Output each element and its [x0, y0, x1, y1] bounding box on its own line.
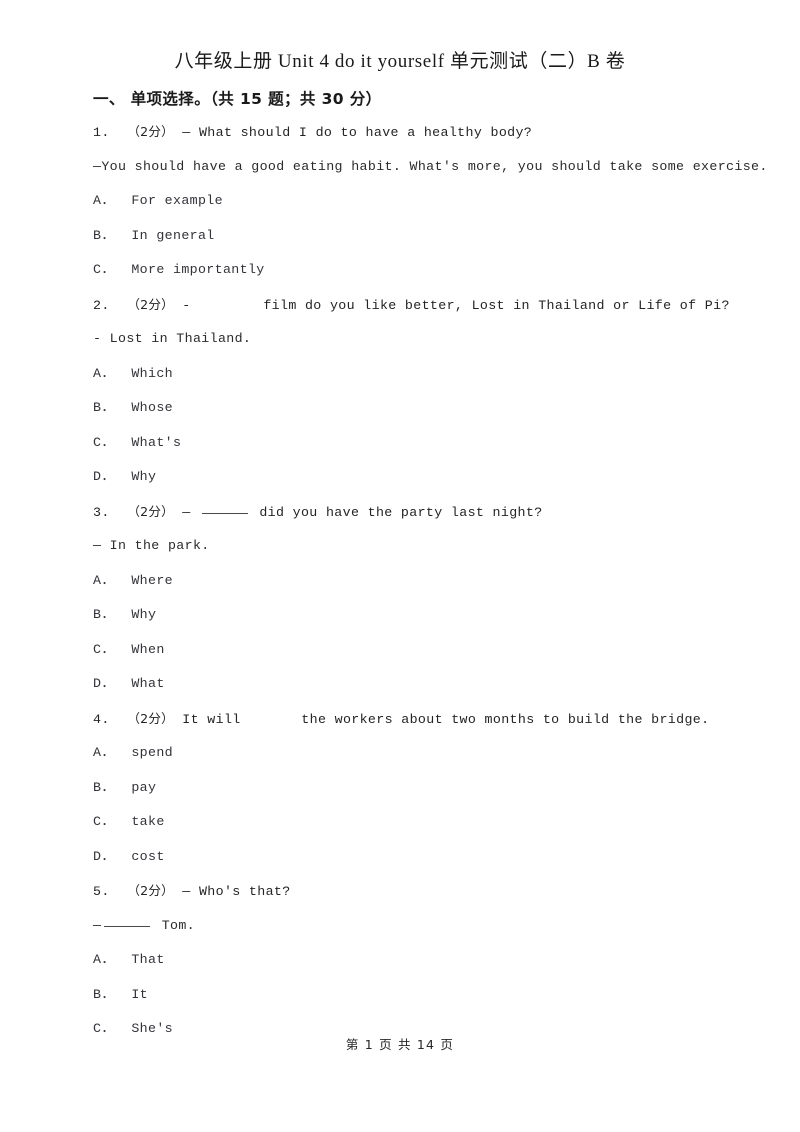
question-answer-line: —You should have a good eating habit. Wh…	[93, 155, 767, 190]
option-text: spend	[131, 745, 173, 760]
option-letter: A．	[93, 745, 115, 760]
option-row[interactable]: C． take	[93, 810, 723, 845]
question-stem-suffix: film do you like better, Lost in Thailan…	[263, 297, 730, 313]
answer-blank[interactable]	[104, 925, 151, 927]
option-row[interactable]: D． What	[93, 672, 723, 707]
option-letter: A．	[93, 365, 115, 381]
section-heading-label: 一、 单项选择。（共 15 题；共 30 分）	[93, 90, 382, 108]
option-letter: A．	[93, 952, 115, 967]
option-text: Why	[131, 607, 157, 622]
option-letter: A．	[93, 193, 115, 208]
option-text: What	[131, 676, 165, 691]
option-letter: B．	[93, 227, 115, 243]
option-text: Why	[131, 469, 157, 484]
question-stem-suffix: the workers about two months to build th…	[301, 711, 710, 727]
question-answer-line: — In the park.	[93, 534, 723, 569]
option-text: cost	[131, 848, 165, 864]
option-text: That	[131, 952, 165, 967]
option-text: When	[131, 641, 165, 657]
question-points: （2分）	[127, 503, 174, 519]
option-letter: D．	[93, 469, 115, 484]
option-letter: A．	[93, 572, 115, 588]
answer-text: —You should have a good eating habit. Wh…	[93, 158, 768, 174]
option-row[interactable]: A． Which	[93, 362, 723, 397]
question-stem: 5. （2分） — Who's that?	[93, 879, 723, 914]
question-number: 2.	[93, 297, 110, 313]
option-text: Which	[131, 365, 173, 381]
question-stem-suffix: did you have the party last night?	[259, 504, 543, 520]
option-letter: C．	[93, 814, 115, 829]
page-title: 八年级上册 Unit 4 do it yourself 单元测试（二）B 卷	[174, 51, 626, 72]
question-points: （2分）	[127, 296, 174, 312]
answer-suffix: Tom.	[161, 917, 196, 933]
answer-text: — In the park.	[93, 538, 210, 553]
option-letter: D．	[93, 848, 115, 864]
question-stem-prefix: —	[182, 504, 191, 520]
option-row[interactable]: D． cost	[93, 845, 723, 880]
question-answer-line: - Lost in Thailand.	[93, 327, 723, 362]
question-number: 3.	[93, 504, 110, 520]
option-text: For example	[131, 193, 223, 208]
option-text: In general	[131, 227, 215, 243]
option-letter: B．	[93, 400, 115, 415]
question-column: 一、 单项选择。（共 15 题；共 30 分） 1. （2分） — What s…	[93, 86, 767, 1052]
question-number: 5.	[93, 884, 110, 899]
option-text: Where	[131, 572, 173, 588]
question-points: （2分）	[127, 883, 174, 898]
option-row[interactable]: B． In general	[93, 224, 723, 259]
option-row[interactable]: A． For example	[93, 189, 723, 224]
option-row[interactable]: C． More importantly	[93, 258, 723, 293]
option-letter: D．	[93, 676, 115, 691]
question-points: （2分）	[127, 710, 174, 726]
exam-page: 八年级上册 Unit 4 do it yourself 单元测试（二）B 卷 一…	[0, 0, 800, 1132]
answer-text: - Lost in Thailand.	[93, 331, 252, 346]
option-row[interactable]: B． Why	[93, 603, 723, 638]
option-row[interactable]: A． That	[93, 948, 723, 983]
question-stem-text: — Who's that?	[182, 884, 291, 899]
question-stem: 3. （2分） — did you have the party last ni…	[93, 500, 723, 535]
option-row[interactable]: B． It	[93, 983, 723, 1018]
question-stem: 4. （2分） It will the workers about two mo…	[93, 707, 723, 742]
option-text: Whose	[131, 400, 173, 415]
option-text: What's	[131, 434, 182, 450]
section-heading: 一、 单项选择。（共 15 题；共 30 分）	[93, 86, 723, 120]
option-letter: C．	[93, 434, 115, 450]
option-row[interactable]: D． Why	[93, 465, 723, 500]
question-answer-line: — Tom.	[93, 914, 723, 949]
page-footer: 第 1 页 共 14 页	[345, 1037, 455, 1052]
option-row[interactable]: C． What's	[93, 431, 723, 466]
option-row[interactable]: C． When	[93, 638, 723, 673]
option-row[interactable]: B． pay	[93, 776, 723, 811]
option-letter: B．	[93, 986, 115, 1002]
question-stem: 1. （2分） — What should I do to have a hea…	[93, 120, 723, 155]
question-stem: 2. （2分） - film do you like better, Lost …	[93, 293, 729, 328]
option-row[interactable]: A． spend	[93, 741, 723, 776]
answer-prefix: —	[93, 917, 102, 933]
option-letter: C．	[93, 641, 115, 657]
question-stem-prefix: -	[182, 297, 191, 313]
option-row[interactable]: A． Where	[93, 569, 723, 604]
option-text: take	[131, 814, 165, 829]
question-stem-text: — What should I do to have a healthy bod…	[182, 125, 533, 140]
option-text: It	[131, 986, 149, 1002]
option-text: More importantly	[131, 262, 265, 277]
option-text: pay	[131, 779, 157, 795]
option-row[interactable]: B． Whose	[93, 396, 723, 431]
answer-blank[interactable]	[201, 512, 248, 514]
option-letter: B．	[93, 779, 115, 795]
question-points: （2分）	[127, 124, 174, 139]
question-number: 4.	[93, 711, 110, 727]
question-stem-prefix: It will	[182, 711, 241, 727]
option-letter: C．	[93, 262, 115, 277]
option-letter: B．	[93, 607, 115, 622]
question-number: 1.	[93, 125, 110, 140]
